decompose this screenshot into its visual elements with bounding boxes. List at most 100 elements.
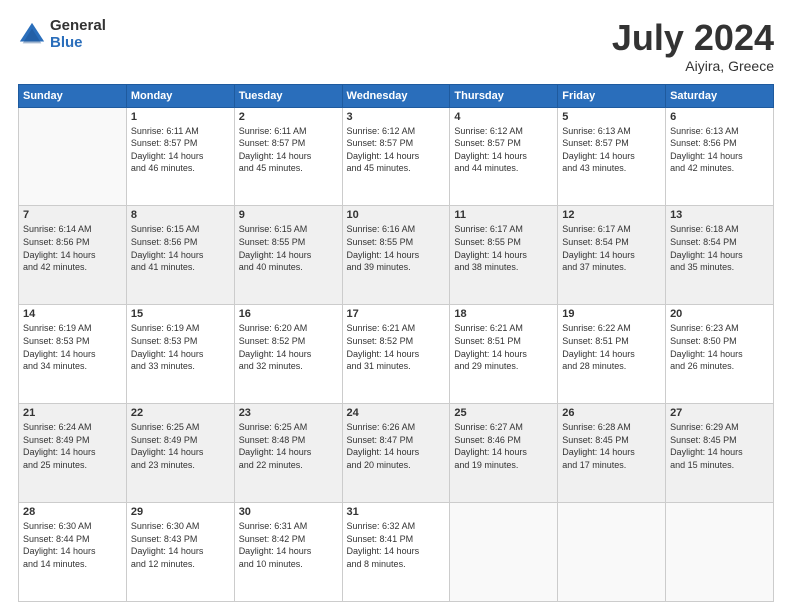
col-wednesday: Wednesday (342, 84, 450, 107)
table-row: 6 Sunrise: 6:13 AM Sunset: 8:56 PM Daylig… (666, 107, 774, 206)
day-number: 24 (347, 407, 446, 419)
header: General Blue July 2024 Aiyira, Greece (18, 18, 774, 74)
table-row: 11Sunrise: 6:17 AM Sunset: 8:55 PM Dayli… (450, 206, 558, 305)
day-info: Sunrise: 6:12 AM Sunset: 8:57 PM Dayligh… (454, 125, 553, 175)
page: General Blue July 2024 Aiyira, Greece Su… (0, 0, 792, 612)
table-row: 10 Sunrise: 6:16 AM Sunset: 8:55 PM Dayli… (342, 206, 450, 305)
day-number: 5 (562, 111, 661, 123)
day-number: 17 (347, 308, 446, 320)
day-number: 16 (239, 308, 338, 320)
day-number: 4 (454, 111, 553, 123)
col-sunday: Sunday (19, 84, 127, 107)
table-row: 27Sunrise: 6:29 AM Sunset: 8:45 PM Dayli… (666, 404, 774, 503)
day-info: Sunrise: 6:16 AM Sunset: 8:55 PM Dayligh… (347, 223, 446, 273)
table-row: 23 Sunrise: 6:25 AM Sunset: 8:48 PM Dayli… (234, 404, 342, 503)
day-info: Sunrise: 6:13 AM Sunset: 8:56 PM Dayligh… (670, 125, 769, 175)
table-row (450, 503, 558, 602)
day-number: 27 (670, 407, 769, 419)
day-number: 29 (131, 506, 230, 518)
day-number: 23 (239, 407, 338, 419)
day-info: Sunrise: 6:12 AM Sunset: 8:57 PM Dayligh… (347, 125, 446, 175)
day-info: Sunrise: 6:31 AM Sunset: 8:42 PM Dayligh… (239, 520, 338, 570)
day-info: Sunrise: 6:17 AM Sunset: 8:54 PM Dayligh… (562, 223, 661, 273)
day-info: Sunrise: 6:23 AM Sunset: 8:50 PM Dayligh… (670, 322, 769, 372)
day-info: Sunrise: 6:25 AM Sunset: 8:48 PM Dayligh… (239, 421, 338, 471)
day-info: Sunrise: 6:13 AM Sunset: 8:57 PM Dayligh… (562, 125, 661, 175)
logo: General Blue (18, 18, 106, 51)
day-info: Sunrise: 6:15 AM Sunset: 8:55 PM Dayligh… (239, 223, 338, 273)
table-row (19, 107, 127, 206)
day-number: 26 (562, 407, 661, 419)
table-row: 31 Sunrise: 6:32 AM Sunset: 8:41 PM Dayli… (342, 503, 450, 602)
day-number: 12 (562, 209, 661, 221)
table-row: 7Sunrise: 6:14 AM Sunset: 8:56 PM Daylig… (19, 206, 127, 305)
day-info: Sunrise: 6:20 AM Sunset: 8:52 PM Dayligh… (239, 322, 338, 372)
col-saturday: Saturday (666, 84, 774, 107)
day-number: 31 (347, 506, 446, 518)
day-info: Sunrise: 6:11 AM Sunset: 8:57 PM Dayligh… (239, 125, 338, 175)
table-row: 16 Sunrise: 6:20 AM Sunset: 8:52 PM Dayli… (234, 305, 342, 404)
calendar-row: 1 Sunrise: 6:11 AM Sunset: 8:57 PM Daylig… (19, 107, 774, 206)
day-number: 20 (670, 308, 769, 320)
day-number: 10 (347, 209, 446, 221)
day-info: Sunrise: 6:32 AM Sunset: 8:41 PM Dayligh… (347, 520, 446, 570)
calendar-row: 28 Sunrise: 6:30 AM Sunset: 8:44 PM Dayli… (19, 503, 774, 602)
day-number: 13 (670, 209, 769, 221)
day-info: Sunrise: 6:28 AM Sunset: 8:45 PM Dayligh… (562, 421, 661, 471)
day-number: 18 (454, 308, 553, 320)
table-row: 5 Sunrise: 6:13 AM Sunset: 8:57 PM Daylig… (558, 107, 666, 206)
table-row: 22 Sunrise: 6:25 AM Sunset: 8:49 PM Dayli… (126, 404, 234, 503)
table-row: 30 Sunrise: 6:31 AM Sunset: 8:42 PM Dayli… (234, 503, 342, 602)
day-info: Sunrise: 6:30 AM Sunset: 8:44 PM Dayligh… (23, 520, 122, 570)
day-number: 2 (239, 111, 338, 123)
logo-general-text: General (50, 18, 106, 35)
day-number: 30 (239, 506, 338, 518)
table-row: 14Sunrise: 6:19 AM Sunset: 8:53 PM Dayli… (19, 305, 127, 404)
table-row (558, 503, 666, 602)
table-row: 12 Sunrise: 6:17 AM Sunset: 8:54 PM Dayli… (558, 206, 666, 305)
day-info: Sunrise: 6:14 AM Sunset: 8:56 PM Dayligh… (23, 223, 122, 273)
table-row: 3 Sunrise: 6:12 AM Sunset: 8:57 PM Daylig… (342, 107, 450, 206)
day-info: Sunrise: 6:19 AM Sunset: 8:53 PM Dayligh… (131, 322, 230, 372)
day-number: 25 (454, 407, 553, 419)
table-row: 1 Sunrise: 6:11 AM Sunset: 8:57 PM Daylig… (126, 107, 234, 206)
calendar-row: 14Sunrise: 6:19 AM Sunset: 8:53 PM Dayli… (19, 305, 774, 404)
table-row: 4 Sunrise: 6:12 AM Sunset: 8:57 PM Daylig… (450, 107, 558, 206)
table-row: 28 Sunrise: 6:30 AM Sunset: 8:44 PM Dayli… (19, 503, 127, 602)
calendar-row: 7Sunrise: 6:14 AM Sunset: 8:56 PM Daylig… (19, 206, 774, 305)
day-number: 22 (131, 407, 230, 419)
day-info: Sunrise: 6:18 AM Sunset: 8:54 PM Dayligh… (670, 223, 769, 273)
day-info: Sunrise: 6:11 AM Sunset: 8:57 PM Dayligh… (131, 125, 230, 175)
calendar-table: Sunday Monday Tuesday Wednesday Thursday… (18, 84, 774, 602)
day-number: 1 (131, 111, 230, 123)
day-number: 9 (239, 209, 338, 221)
day-info: Sunrise: 6:27 AM Sunset: 8:46 PM Dayligh… (454, 421, 553, 471)
calendar-row: 21Sunrise: 6:24 AM Sunset: 8:49 PM Dayli… (19, 404, 774, 503)
table-row: 2 Sunrise: 6:11 AM Sunset: 8:57 PM Daylig… (234, 107, 342, 206)
day-info: Sunrise: 6:26 AM Sunset: 8:47 PM Dayligh… (347, 421, 446, 471)
day-number: 3 (347, 111, 446, 123)
location-subtitle: Aiyira, Greece (612, 58, 774, 74)
table-row: 18 Sunrise: 6:21 AM Sunset: 8:51 PM Dayli… (450, 305, 558, 404)
table-row: 26 Sunrise: 6:28 AM Sunset: 8:45 PM Dayli… (558, 404, 666, 503)
table-row: 20 Sunrise: 6:23 AM Sunset: 8:50 PM Dayli… (666, 305, 774, 404)
table-row: 19 Sunrise: 6:22 AM Sunset: 8:51 PM Dayli… (558, 305, 666, 404)
day-number: 21 (23, 407, 122, 419)
day-info: Sunrise: 6:21 AM Sunset: 8:51 PM Dayligh… (454, 322, 553, 372)
day-info: Sunrise: 6:15 AM Sunset: 8:56 PM Dayligh… (131, 223, 230, 273)
day-info: Sunrise: 6:22 AM Sunset: 8:51 PM Dayligh… (562, 322, 661, 372)
table-row: 25 Sunrise: 6:27 AM Sunset: 8:46 PM Dayli… (450, 404, 558, 503)
day-number: 11 (454, 209, 553, 221)
col-thursday: Thursday (450, 84, 558, 107)
day-number: 6 (670, 111, 769, 123)
col-monday: Monday (126, 84, 234, 107)
day-number: 19 (562, 308, 661, 320)
logo-blue-text: Blue (50, 35, 106, 52)
table-row: 21Sunrise: 6:24 AM Sunset: 8:49 PM Dayli… (19, 404, 127, 503)
logo-icon (18, 21, 46, 49)
table-row: 24 Sunrise: 6:26 AM Sunset: 8:47 PM Dayli… (342, 404, 450, 503)
day-number: 28 (23, 506, 122, 518)
day-info: Sunrise: 6:25 AM Sunset: 8:49 PM Dayligh… (131, 421, 230, 471)
logo-text: General Blue (50, 18, 106, 51)
table-row: 8Sunrise: 6:15 AM Sunset: 8:56 PM Daylig… (126, 206, 234, 305)
